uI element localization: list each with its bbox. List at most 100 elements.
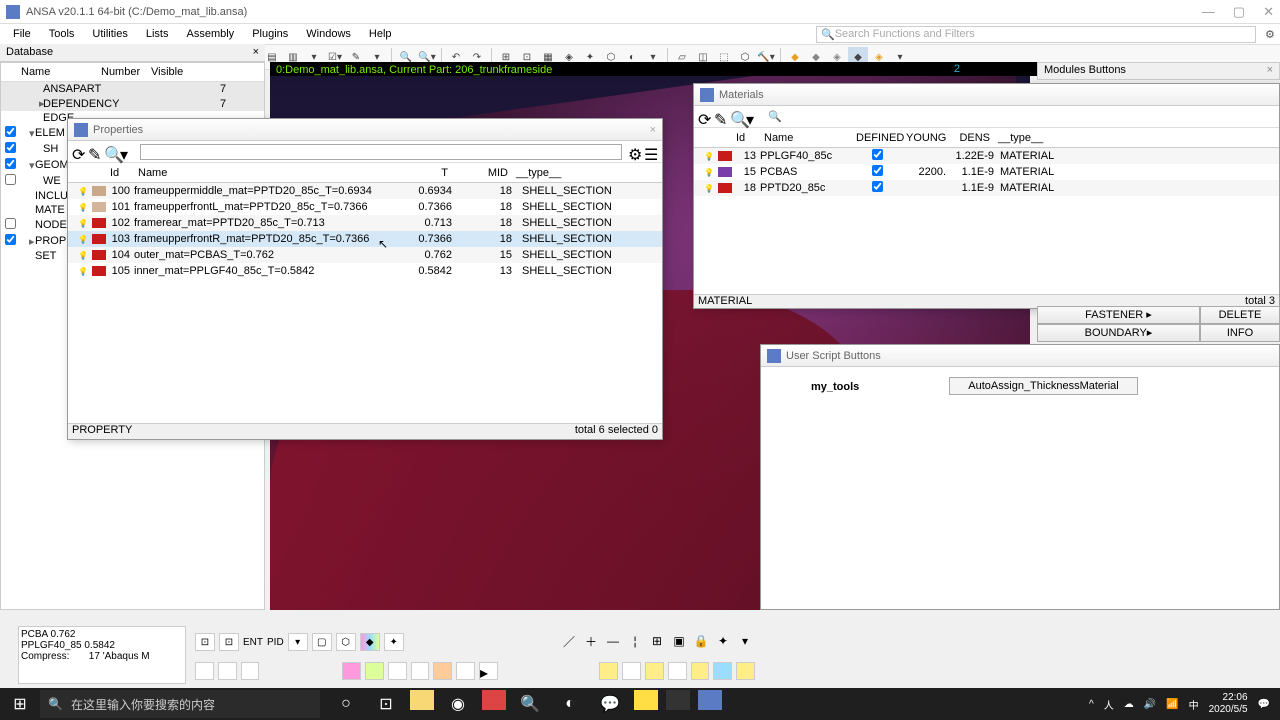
menu-icon[interactable]: ☰ bbox=[644, 145, 658, 159]
material-row[interactable]: 💡15PCBAS2200.1.1E-9MATERIAL bbox=[694, 164, 1279, 180]
property-row[interactable]: 💡100frameuppermiddle_mat=PPTD20_85c_T=0.… bbox=[68, 183, 662, 199]
close-button[interactable]: ✕ bbox=[1263, 4, 1274, 20]
material-row[interactable]: 💡13PPLGF40_85c1.22E-9MATERIAL bbox=[694, 148, 1279, 164]
ansa-icon[interactable] bbox=[698, 690, 722, 710]
tray-icon[interactable]: ☁ bbox=[1124, 699, 1134, 710]
tool-btn[interactable]: ✦ bbox=[384, 633, 404, 651]
menu-file[interactable]: File bbox=[4, 26, 40, 42]
tool-btn[interactable] bbox=[241, 662, 260, 680]
tool-btn[interactable] bbox=[433, 662, 452, 680]
autoassign-button[interactable]: AutoAssign_ThicknessMaterial bbox=[949, 377, 1137, 395]
col-visible[interactable]: Visible bbox=[151, 66, 183, 78]
terminal-icon[interactable] bbox=[666, 690, 690, 710]
edit-icon[interactable]: ✎ bbox=[714, 110, 728, 124]
dropdown-icon[interactable]: ▾ bbox=[120, 145, 134, 159]
menu-utilities[interactable]: Utilities bbox=[83, 26, 136, 42]
close-icon[interactable]: × bbox=[253, 46, 259, 59]
search-input[interactable]: 🔍 Search Functions and Filters bbox=[816, 26, 1256, 43]
cortana-icon[interactable]: ○ bbox=[330, 690, 362, 718]
ime-icon[interactable]: 中 bbox=[1189, 697, 1199, 712]
property-row[interactable]: 💡102framerear_mat=PPTD20_85c_T=0.7130.71… bbox=[68, 215, 662, 231]
tool-btn[interactable]: ▣ bbox=[670, 632, 688, 650]
tool-btn[interactable] bbox=[713, 662, 732, 680]
wechat-icon[interactable]: 💬 bbox=[594, 690, 626, 718]
tool-btn[interactable] bbox=[388, 662, 407, 680]
tool-btn[interactable] bbox=[456, 662, 475, 680]
tree-row[interactable]: ANSAPART7 bbox=[1, 82, 264, 96]
tool-btn[interactable]: ✦ bbox=[714, 632, 732, 650]
col-mid[interactable]: MID bbox=[452, 167, 512, 179]
tool-btn[interactable]: ◆ bbox=[360, 633, 380, 651]
tool-btn[interactable]: ⊞ bbox=[648, 632, 666, 650]
tool-btn[interactable]: ⬡ bbox=[336, 633, 356, 651]
tool-btn[interactable]: ／ bbox=[560, 632, 578, 650]
refresh-icon[interactable]: ⟳ bbox=[72, 145, 86, 159]
col-dens[interactable]: DENS bbox=[946, 132, 994, 144]
tool-btn[interactable] bbox=[342, 662, 361, 680]
lock-icon[interactable]: 🔒 bbox=[692, 632, 710, 650]
col-defined[interactable]: DEFINED bbox=[852, 132, 902, 144]
tool-btn[interactable] bbox=[195, 662, 214, 680]
menu-lists[interactable]: Lists bbox=[137, 26, 178, 42]
tool-btn[interactable]: ▸ bbox=[479, 662, 498, 680]
col-name[interactable]: Name bbox=[134, 167, 372, 179]
tool-btn[interactable] bbox=[622, 662, 641, 680]
taskview-icon[interactable]: ⊡ bbox=[370, 690, 402, 718]
clock[interactable]: 22:06 2020/5/5 bbox=[1209, 692, 1248, 716]
menu-windows[interactable]: Windows bbox=[297, 26, 360, 42]
tool-btn[interactable] bbox=[365, 662, 384, 680]
col-type[interactable]: __type__ bbox=[994, 132, 1064, 144]
info-button[interactable]: INFO bbox=[1200, 324, 1280, 342]
tool-btn[interactable] bbox=[645, 662, 664, 680]
filter-input[interactable] bbox=[140, 144, 622, 160]
col-name[interactable]: Name bbox=[760, 132, 852, 144]
search-icon[interactable]: 🔍 bbox=[768, 110, 782, 123]
app-icon[interactable] bbox=[482, 690, 506, 710]
zoom-icon[interactable]: 🔍 bbox=[104, 145, 118, 159]
app-icon[interactable]: ◐ bbox=[554, 690, 586, 718]
edit-icon[interactable]: ✎ bbox=[88, 145, 102, 159]
notifications-icon[interactable]: 💬 bbox=[1258, 699, 1270, 710]
app-icon[interactable] bbox=[634, 690, 658, 710]
delete-button[interactable]: DELETE bbox=[1200, 306, 1280, 324]
settings-icon[interactable]: ⚙ bbox=[1256, 26, 1276, 43]
maximize-button[interactable]: ▢ bbox=[1233, 4, 1245, 20]
col-id[interactable]: Id bbox=[106, 167, 134, 179]
app-icon[interactable]: 🔍 bbox=[514, 690, 546, 718]
property-row[interactable]: 💡101frameupperfrontL_mat=PPTD20_85c_T=0.… bbox=[68, 199, 662, 215]
tool-btn[interactable]: ⊡ bbox=[219, 633, 239, 651]
refresh-icon[interactable]: ⟳ bbox=[698, 110, 712, 124]
tool-btn[interactable] bbox=[668, 662, 687, 680]
minimize-button[interactable]: — bbox=[1202, 4, 1215, 20]
fastener-button[interactable]: FASTENER ▸ bbox=[1037, 306, 1200, 324]
col-young[interactable]: YOUNG bbox=[902, 132, 946, 144]
col-number[interactable]: Number bbox=[101, 66, 151, 78]
tool-btn[interactable] bbox=[736, 662, 755, 680]
menu-tools[interactable]: Tools bbox=[40, 26, 84, 42]
close-icon[interactable]: × bbox=[650, 124, 656, 136]
tool-btn[interactable]: — bbox=[604, 632, 622, 650]
tray-icon[interactable]: 人 bbox=[1104, 697, 1114, 712]
tool-btn[interactable] bbox=[218, 662, 237, 680]
zoom-icon[interactable]: 🔍 bbox=[730, 110, 744, 124]
menu-help[interactable]: Help bbox=[360, 26, 401, 42]
tool-btn[interactable]: ▾ bbox=[736, 632, 754, 650]
gear-icon[interactable]: ⚙ bbox=[628, 145, 642, 159]
close-icon[interactable]: × bbox=[1267, 64, 1273, 78]
taskbar-search[interactable]: 🔍 在这里输入你要搜索的内容 bbox=[40, 690, 320, 718]
dropdown-icon[interactable]: ▾ bbox=[746, 110, 760, 124]
chrome-icon[interactable]: ◉ bbox=[442, 690, 474, 718]
col-t[interactable]: T bbox=[372, 167, 452, 179]
tool-btn[interactable]: ¦ bbox=[626, 632, 644, 650]
tool-btn[interactable] bbox=[599, 662, 618, 680]
menu-plugins[interactable]: Plugins bbox=[243, 26, 297, 42]
start-button[interactable]: ⊞ bbox=[0, 688, 40, 720]
property-row[interactable]: 💡103frameupperfrontR_mat=PPTD20_85c_T=0.… bbox=[68, 231, 662, 247]
tool-btn[interactable]: ⊡ bbox=[195, 633, 215, 651]
col-type[interactable]: __type__ bbox=[512, 167, 652, 179]
volume-icon[interactable]: 🔊 bbox=[1144, 699, 1156, 710]
explorer-icon[interactable] bbox=[410, 690, 434, 710]
tray-icon[interactable]: ^ bbox=[1089, 699, 1094, 710]
property-row[interactable]: 💡105inner_mat=PPLGF40_85c_T=0.58420.5842… bbox=[68, 263, 662, 279]
property-row[interactable]: 💡104outer_mat=PCBAS_T=0.7620.76215SHELL_… bbox=[68, 247, 662, 263]
